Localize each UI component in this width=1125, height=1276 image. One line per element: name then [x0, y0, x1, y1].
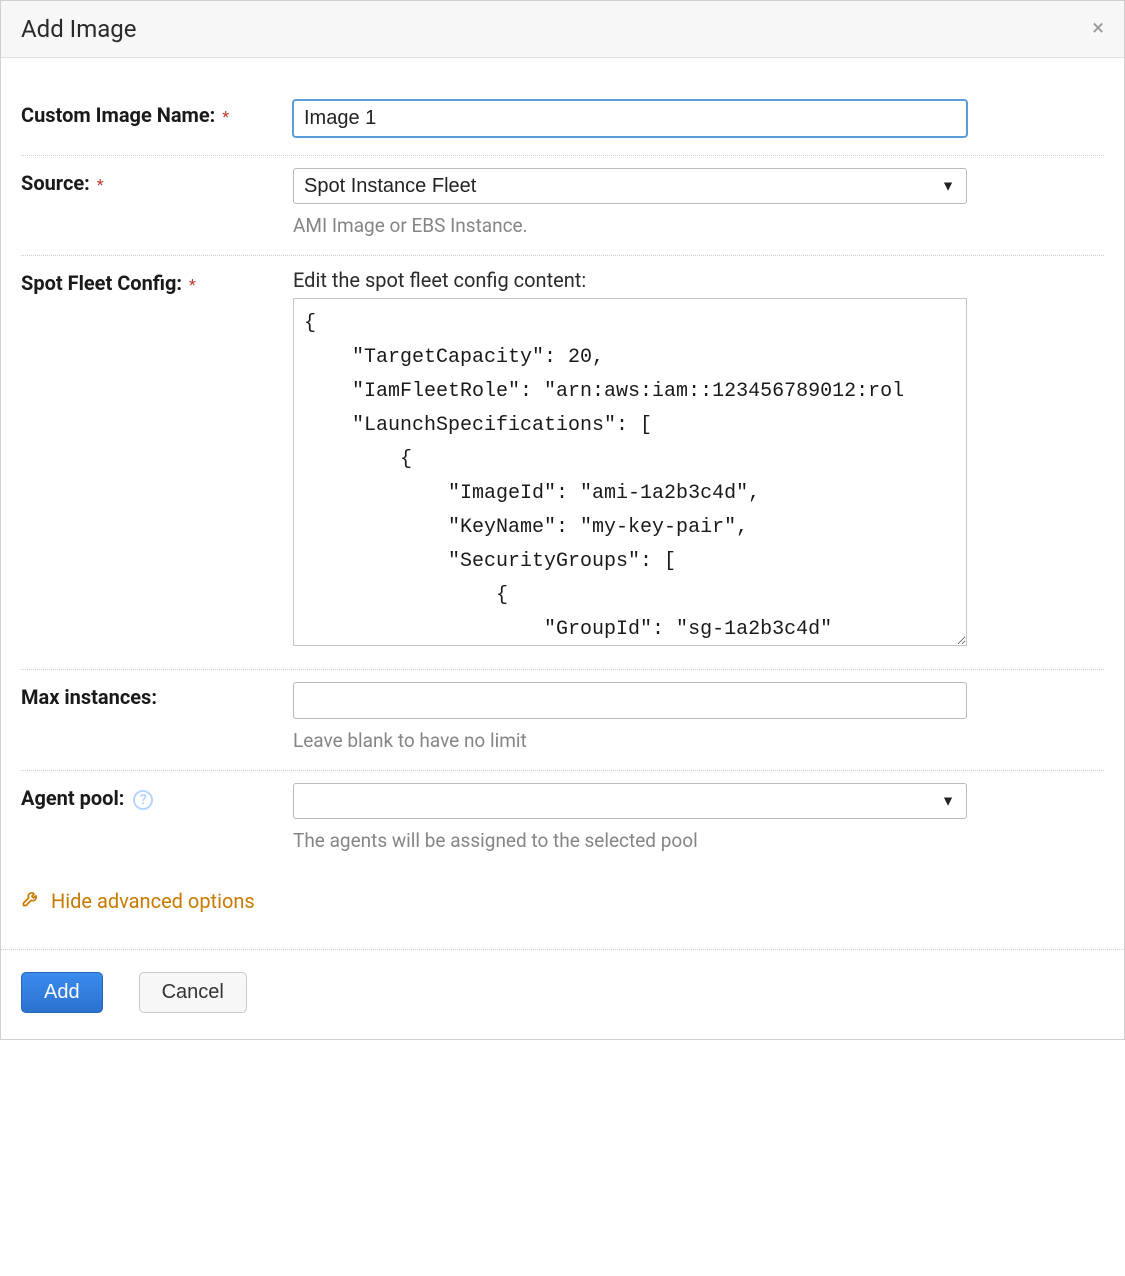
field-source: Spot Instance Fleet ▼ AMI Image or EBS I…: [293, 168, 1104, 237]
spot-fleet-config-textarea[interactable]: [293, 298, 967, 646]
max-instances-help: Leave blank to have no limit: [293, 729, 1104, 752]
cancel-button[interactable]: Cancel: [139, 972, 247, 1013]
dialog-header: Add Image ×: [1, 1, 1124, 58]
dialog-footer: Add Cancel: [1, 949, 1124, 1039]
field-spot-fleet-config: Edit the spot fleet config content:: [293, 268, 1104, 651]
row-custom-image-name: Custom Image Name: *: [21, 88, 1104, 156]
label-text: Spot Fleet Config:: [21, 271, 182, 295]
label-source: Source: *: [21, 168, 293, 195]
row-agent-pool: Agent pool: ? ▼ The agents will be assig…: [21, 771, 1104, 870]
field-max-instances: Leave blank to have no limit: [293, 682, 1104, 752]
dialog-body: Custom Image Name: * Source: * Spot Inst…: [1, 58, 1124, 929]
agent-pool-select[interactable]: [293, 783, 967, 819]
max-instances-input[interactable]: [293, 682, 967, 719]
source-select[interactable]: Spot Instance Fleet: [293, 168, 967, 204]
label-text: Agent pool:: [21, 786, 124, 810]
required-asterisk: *: [97, 175, 104, 194]
label-max-instances: Max instances:: [21, 682, 293, 709]
toggle-advanced-label: Hide advanced options: [51, 889, 255, 913]
field-custom-image-name: [293, 100, 1104, 137]
label-text: Custom Image Name:: [21, 103, 215, 127]
add-image-dialog: Add Image × Custom Image Name: * Source:…: [0, 0, 1125, 1040]
dialog-title: Add Image: [21, 15, 137, 43]
row-max-instances: Max instances: Leave blank to have no li…: [21, 670, 1104, 771]
required-asterisk: *: [222, 107, 229, 126]
spot-fleet-intro: Edit the spot fleet config content:: [293, 268, 1104, 292]
agent-pool-help: The agents will be assigned to the selec…: [293, 829, 1104, 852]
source-select-wrap: Spot Instance Fleet ▼: [293, 168, 967, 204]
wrench-icon: [21, 888, 41, 913]
label-text: Source:: [21, 171, 90, 195]
custom-image-name-input[interactable]: [293, 100, 967, 137]
label-text: Max instances:: [21, 685, 157, 709]
row-spot-fleet-config: Spot Fleet Config: * Edit the spot fleet…: [21, 256, 1104, 670]
source-help: AMI Image or EBS Instance.: [293, 214, 1104, 237]
required-asterisk: *: [189, 275, 196, 294]
label-custom-image-name: Custom Image Name: *: [21, 100, 293, 127]
add-button[interactable]: Add: [21, 972, 103, 1013]
toggle-advanced-options[interactable]: Hide advanced options: [21, 870, 255, 919]
label-agent-pool: Agent pool: ?: [21, 783, 293, 810]
label-spot-fleet-config: Spot Fleet Config: *: [21, 268, 293, 295]
help-icon[interactable]: ?: [133, 790, 153, 810]
field-agent-pool: ▼ The agents will be assigned to the sel…: [293, 783, 1104, 852]
row-source: Source: * Spot Instance Fleet ▼ AMI Imag…: [21, 156, 1104, 256]
agent-pool-select-wrap: ▼: [293, 783, 967, 819]
close-icon[interactable]: ×: [1092, 18, 1104, 40]
